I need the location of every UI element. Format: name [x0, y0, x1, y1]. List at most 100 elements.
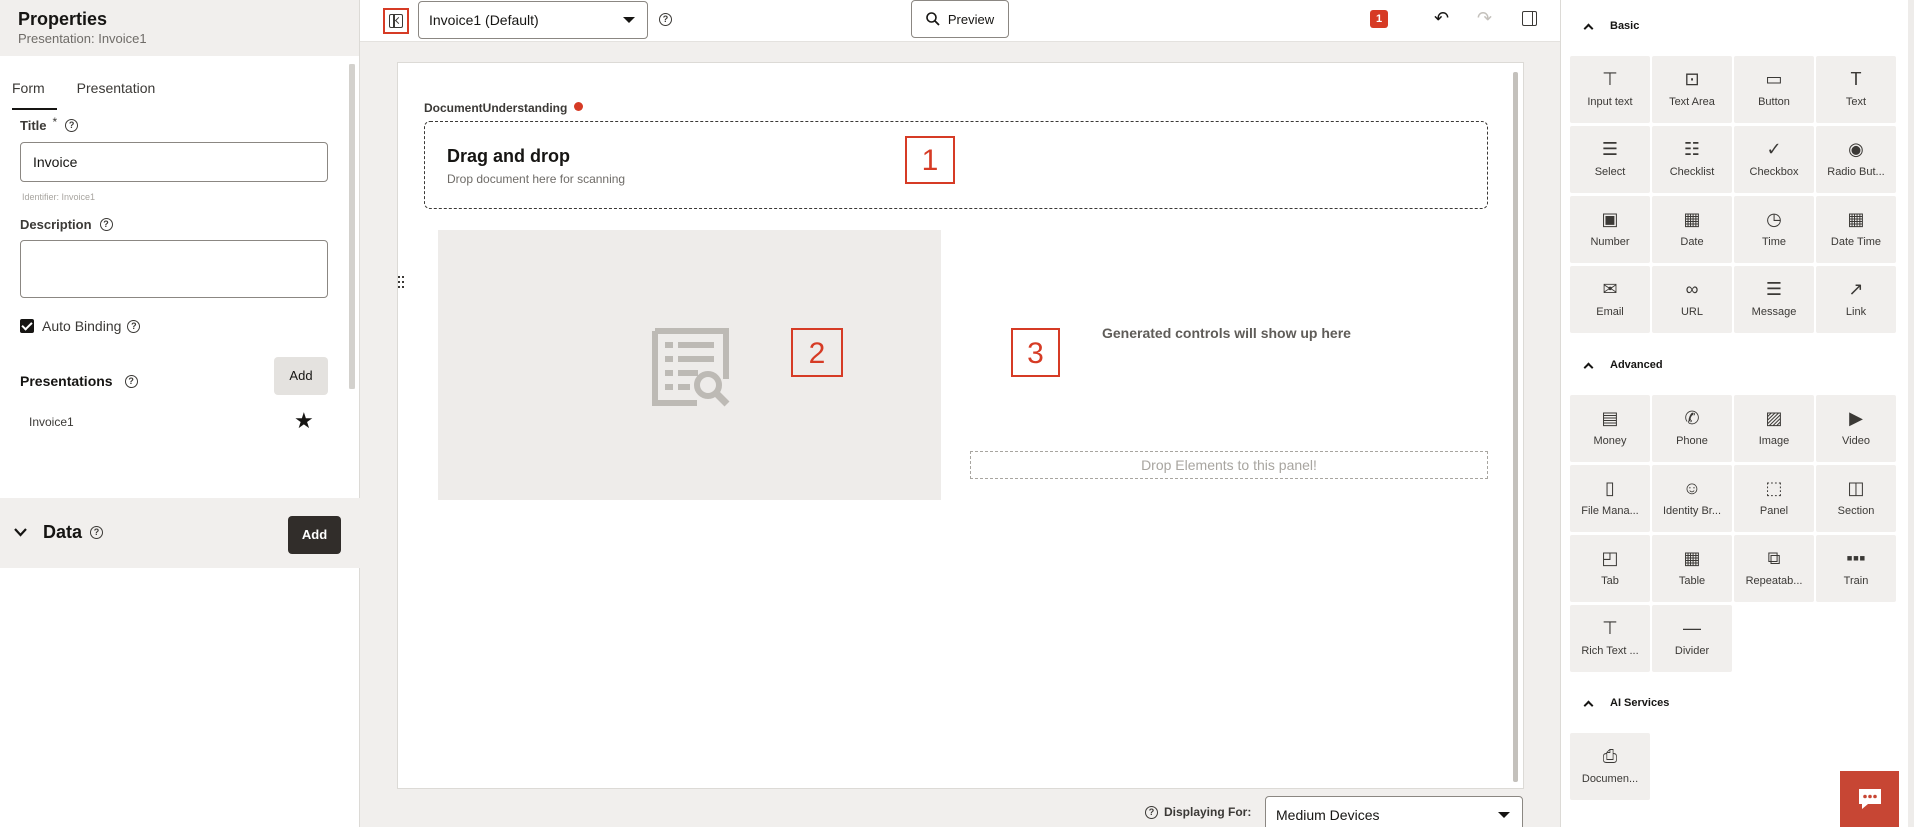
palette-item-identity-browser[interactable]: ☺ Identity Br...	[1652, 465, 1732, 532]
tab-icon: ◰	[1601, 548, 1619, 568]
rich-text-icon: ⊤	[1602, 618, 1618, 638]
document-dropzone[interactable]: Drag and drop Drop document here for sca…	[424, 121, 1488, 209]
palette-item-rich-text[interactable]: ⊤ Rich Text ...	[1570, 605, 1650, 672]
help-icon[interactable]: ?	[99, 218, 113, 231]
properties-subtitle: Presentation: Invoice1	[18, 31, 147, 46]
help-icon[interactable]: ?	[659, 13, 672, 26]
presentation-item[interactable]: Invoice1	[29, 415, 74, 429]
palette-item-time[interactable]: ◷ Time	[1734, 196, 1814, 263]
palette-item-train[interactable]: ▪▪▪ Train	[1816, 535, 1896, 602]
add-data-button[interactable]: Add	[288, 516, 341, 554]
palette-item-url[interactable]: ∞ URL	[1652, 266, 1732, 333]
palette-item-file-manager[interactable]: ▯ File Mana...	[1570, 465, 1650, 532]
palette-item-checkbox[interactable]: ✓ Checkbox	[1734, 126, 1814, 193]
text-icon: T	[1850, 69, 1862, 89]
default-star-icon[interactable]: ★	[294, 410, 314, 432]
help-icon[interactable]: ?	[90, 526, 104, 539]
palette-item-phone[interactable]: ✆ Phone	[1652, 395, 1732, 462]
date-icon: ▦	[1683, 209, 1701, 229]
palette-item-video[interactable]: ▶ Video	[1816, 395, 1896, 462]
section-header-basic[interactable]: Basic	[1583, 20, 1639, 33]
document-preview-pane	[438, 230, 941, 500]
presentation-select[interactable]: Invoice1 (Default)	[418, 1, 648, 39]
palette-item-section[interactable]: ◫ Section	[1816, 465, 1896, 532]
palette-item-text-area[interactable]: ⊡ Text Area	[1652, 56, 1732, 123]
radio-button-icon: ◉	[1848, 139, 1864, 159]
required-mark: *	[52, 114, 58, 129]
palette-item-document-understanding[interactable]: ⎙ Documen...	[1570, 733, 1650, 800]
drop-elements-panel[interactable]: Drop Elements to this panel!	[970, 451, 1488, 479]
toggle-left-panel-button[interactable]	[383, 8, 409, 34]
message-icon: ☰	[1765, 279, 1783, 299]
palette-item-link[interactable]: ↗ Link	[1816, 266, 1896, 333]
tab-presentation[interactable]: Presentation	[77, 56, 168, 108]
chevron-up-icon	[1583, 700, 1594, 710]
undo-icon[interactable]: ↶	[1434, 8, 1449, 29]
canvas-scrollbar[interactable]	[1513, 72, 1518, 782]
redo-icon[interactable]: ↷	[1477, 8, 1492, 29]
image-icon: ▨	[1765, 408, 1783, 428]
properties-header: Properties Presentation: Invoice1	[0, 0, 359, 56]
palette-item-input-text[interactable]: ⊤ Input text	[1570, 56, 1650, 123]
description-label: Description?	[20, 217, 113, 232]
palette-item-text[interactable]: T Text	[1816, 56, 1896, 123]
palette-item-panel[interactable]: ⬚ Panel	[1734, 465, 1814, 532]
palette-item-date[interactable]: ▦ Date	[1652, 196, 1732, 263]
drag-handle-icon[interactable]	[398, 276, 406, 294]
palette-item-divider[interactable]: — Divider	[1652, 605, 1732, 672]
error-count-badge[interactable]: 1	[1370, 10, 1388, 28]
section-header-advanced[interactable]: Advanced	[1583, 359, 1663, 372]
device-size-select[interactable]: Medium Devices	[1265, 796, 1523, 827]
help-icon[interactable]: ?	[124, 374, 138, 388]
auto-binding-row[interactable]: Auto Binding ?	[20, 318, 141, 334]
palette-item-select[interactable]: ☰ Select	[1570, 126, 1650, 193]
url-icon: ∞	[1685, 279, 1699, 299]
text-area-icon: ⊡	[1684, 69, 1700, 89]
tab-form[interactable]: Form	[12, 56, 57, 110]
palette-item-button[interactable]: ▭ Button	[1734, 56, 1814, 123]
chevron-down-icon[interactable]	[14, 525, 27, 540]
link-icon: ↗	[1848, 279, 1864, 299]
error-dot-icon	[574, 101, 584, 111]
auto-binding-checkbox[interactable]	[20, 319, 34, 333]
toggle-right-panel-icon[interactable]	[1522, 11, 1537, 26]
palette-item-checklist[interactable]: ☷ Checklist	[1652, 126, 1732, 193]
help-icon[interactable]: ?	[65, 119, 79, 132]
top-toolbar: Invoice1 (Default) ? Preview 1 ↶ ↷	[360, 0, 1560, 42]
date-time-icon: ▦	[1847, 209, 1865, 229]
palette-item-table[interactable]: ▦ Table	[1652, 535, 1732, 602]
add-presentation-button[interactable]: Add	[274, 357, 328, 395]
palette-item-radio-button[interactable]: ◉ Radio But...	[1816, 126, 1896, 193]
palette-item-image[interactable]: ▨ Image	[1734, 395, 1814, 462]
chat-button[interactable]	[1840, 771, 1899, 827]
help-icon[interactable]: ?	[127, 319, 141, 333]
palette-scrollbar[interactable]	[1908, 0, 1914, 827]
palette-item-money[interactable]: ▤ Money	[1570, 395, 1650, 462]
help-icon[interactable]: ?	[1145, 805, 1158, 819]
time-icon: ◷	[1766, 209, 1782, 229]
train-icon: ▪▪▪	[1846, 548, 1866, 568]
email-icon: ✉	[1602, 279, 1618, 299]
palette-item-date-time[interactable]: ▦ Date Time	[1816, 196, 1896, 263]
chevron-up-icon	[1583, 362, 1594, 372]
document-search-icon	[652, 328, 730, 407]
section-header-ai-services[interactable]: AI Services	[1583, 697, 1669, 710]
caret-down-icon	[623, 17, 635, 23]
document-understanding-icon: ⎙	[1602, 746, 1618, 766]
title-input[interactable]	[20, 142, 328, 182]
properties-scrollbar-thumb[interactable]	[349, 64, 355, 389]
select-icon: ☰	[1601, 139, 1619, 159]
video-icon: ▶	[1849, 408, 1863, 428]
palette-item-repeatable[interactable]: ⧉ Repeatab...	[1734, 535, 1814, 602]
palette-item-tab[interactable]: ◰ Tab	[1570, 535, 1650, 602]
identifier-text: Identifier: Invoice1	[22, 192, 96, 202]
auto-binding-label: Auto Binding	[42, 318, 122, 334]
component-label: DocumentUnderstanding	[424, 101, 584, 115]
search-icon	[926, 12, 940, 26]
description-textarea[interactable]	[20, 240, 328, 298]
palette-item-email[interactable]: ✉ Email	[1570, 266, 1650, 333]
palette-item-number[interactable]: ▣ Number	[1570, 196, 1650, 263]
preview-button[interactable]: Preview	[911, 0, 1009, 38]
number-icon: ▣	[1601, 209, 1619, 229]
palette-item-message[interactable]: ☰ Message	[1734, 266, 1814, 333]
